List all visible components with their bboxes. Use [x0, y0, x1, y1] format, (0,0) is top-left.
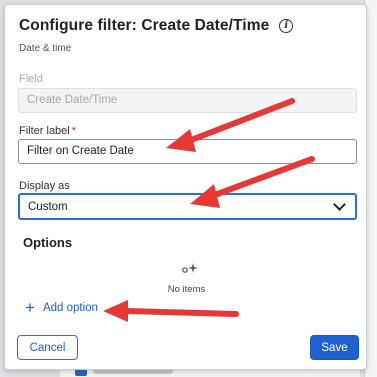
- save-button[interactable]: Save: [310, 335, 359, 360]
- display-as-value: Custom: [28, 200, 68, 213]
- plus-icon: +: [25, 298, 35, 317]
- add-option-label: Add option: [42, 301, 98, 314]
- dialog-subtitle: Date & time: [19, 43, 72, 54]
- dialog-title: Configure filter: Create Date/Time: [19, 17, 270, 34]
- empty-state-text: No items: [167, 284, 206, 295]
- filter-label-value: Filter on Create Date: [27, 145, 134, 157]
- field-value: Create Date/Time: [27, 94, 118, 106]
- filter-label-label: Filter label: [19, 125, 70, 137]
- filter-label-input[interactable]: Filter on Create Date: [18, 139, 357, 164]
- configure-filter-dialog: Configure filter: Create Date/Time i Dat…: [4, 4, 367, 370]
- display-as-label: Display as: [19, 180, 70, 192]
- cancel-button[interactable]: Cancel: [17, 335, 78, 360]
- display-as-select[interactable]: Custom: [18, 193, 357, 220]
- required-marker: *: [71, 125, 77, 137]
- filter-label-heading: Filter label *: [19, 125, 76, 137]
- field-label: Field: [19, 73, 43, 85]
- dialog-header: Configure filter: Create Date/Time i: [19, 17, 294, 35]
- field-input: Create Date/Time: [18, 88, 357, 113]
- options-heading: Options: [23, 235, 73, 250]
- add-option-button[interactable]: + Add option: [25, 299, 98, 316]
- info-icon[interactable]: i: [279, 19, 294, 33]
- chevron-down-icon: [333, 197, 346, 211]
- sparkle-icon: [182, 263, 198, 273]
